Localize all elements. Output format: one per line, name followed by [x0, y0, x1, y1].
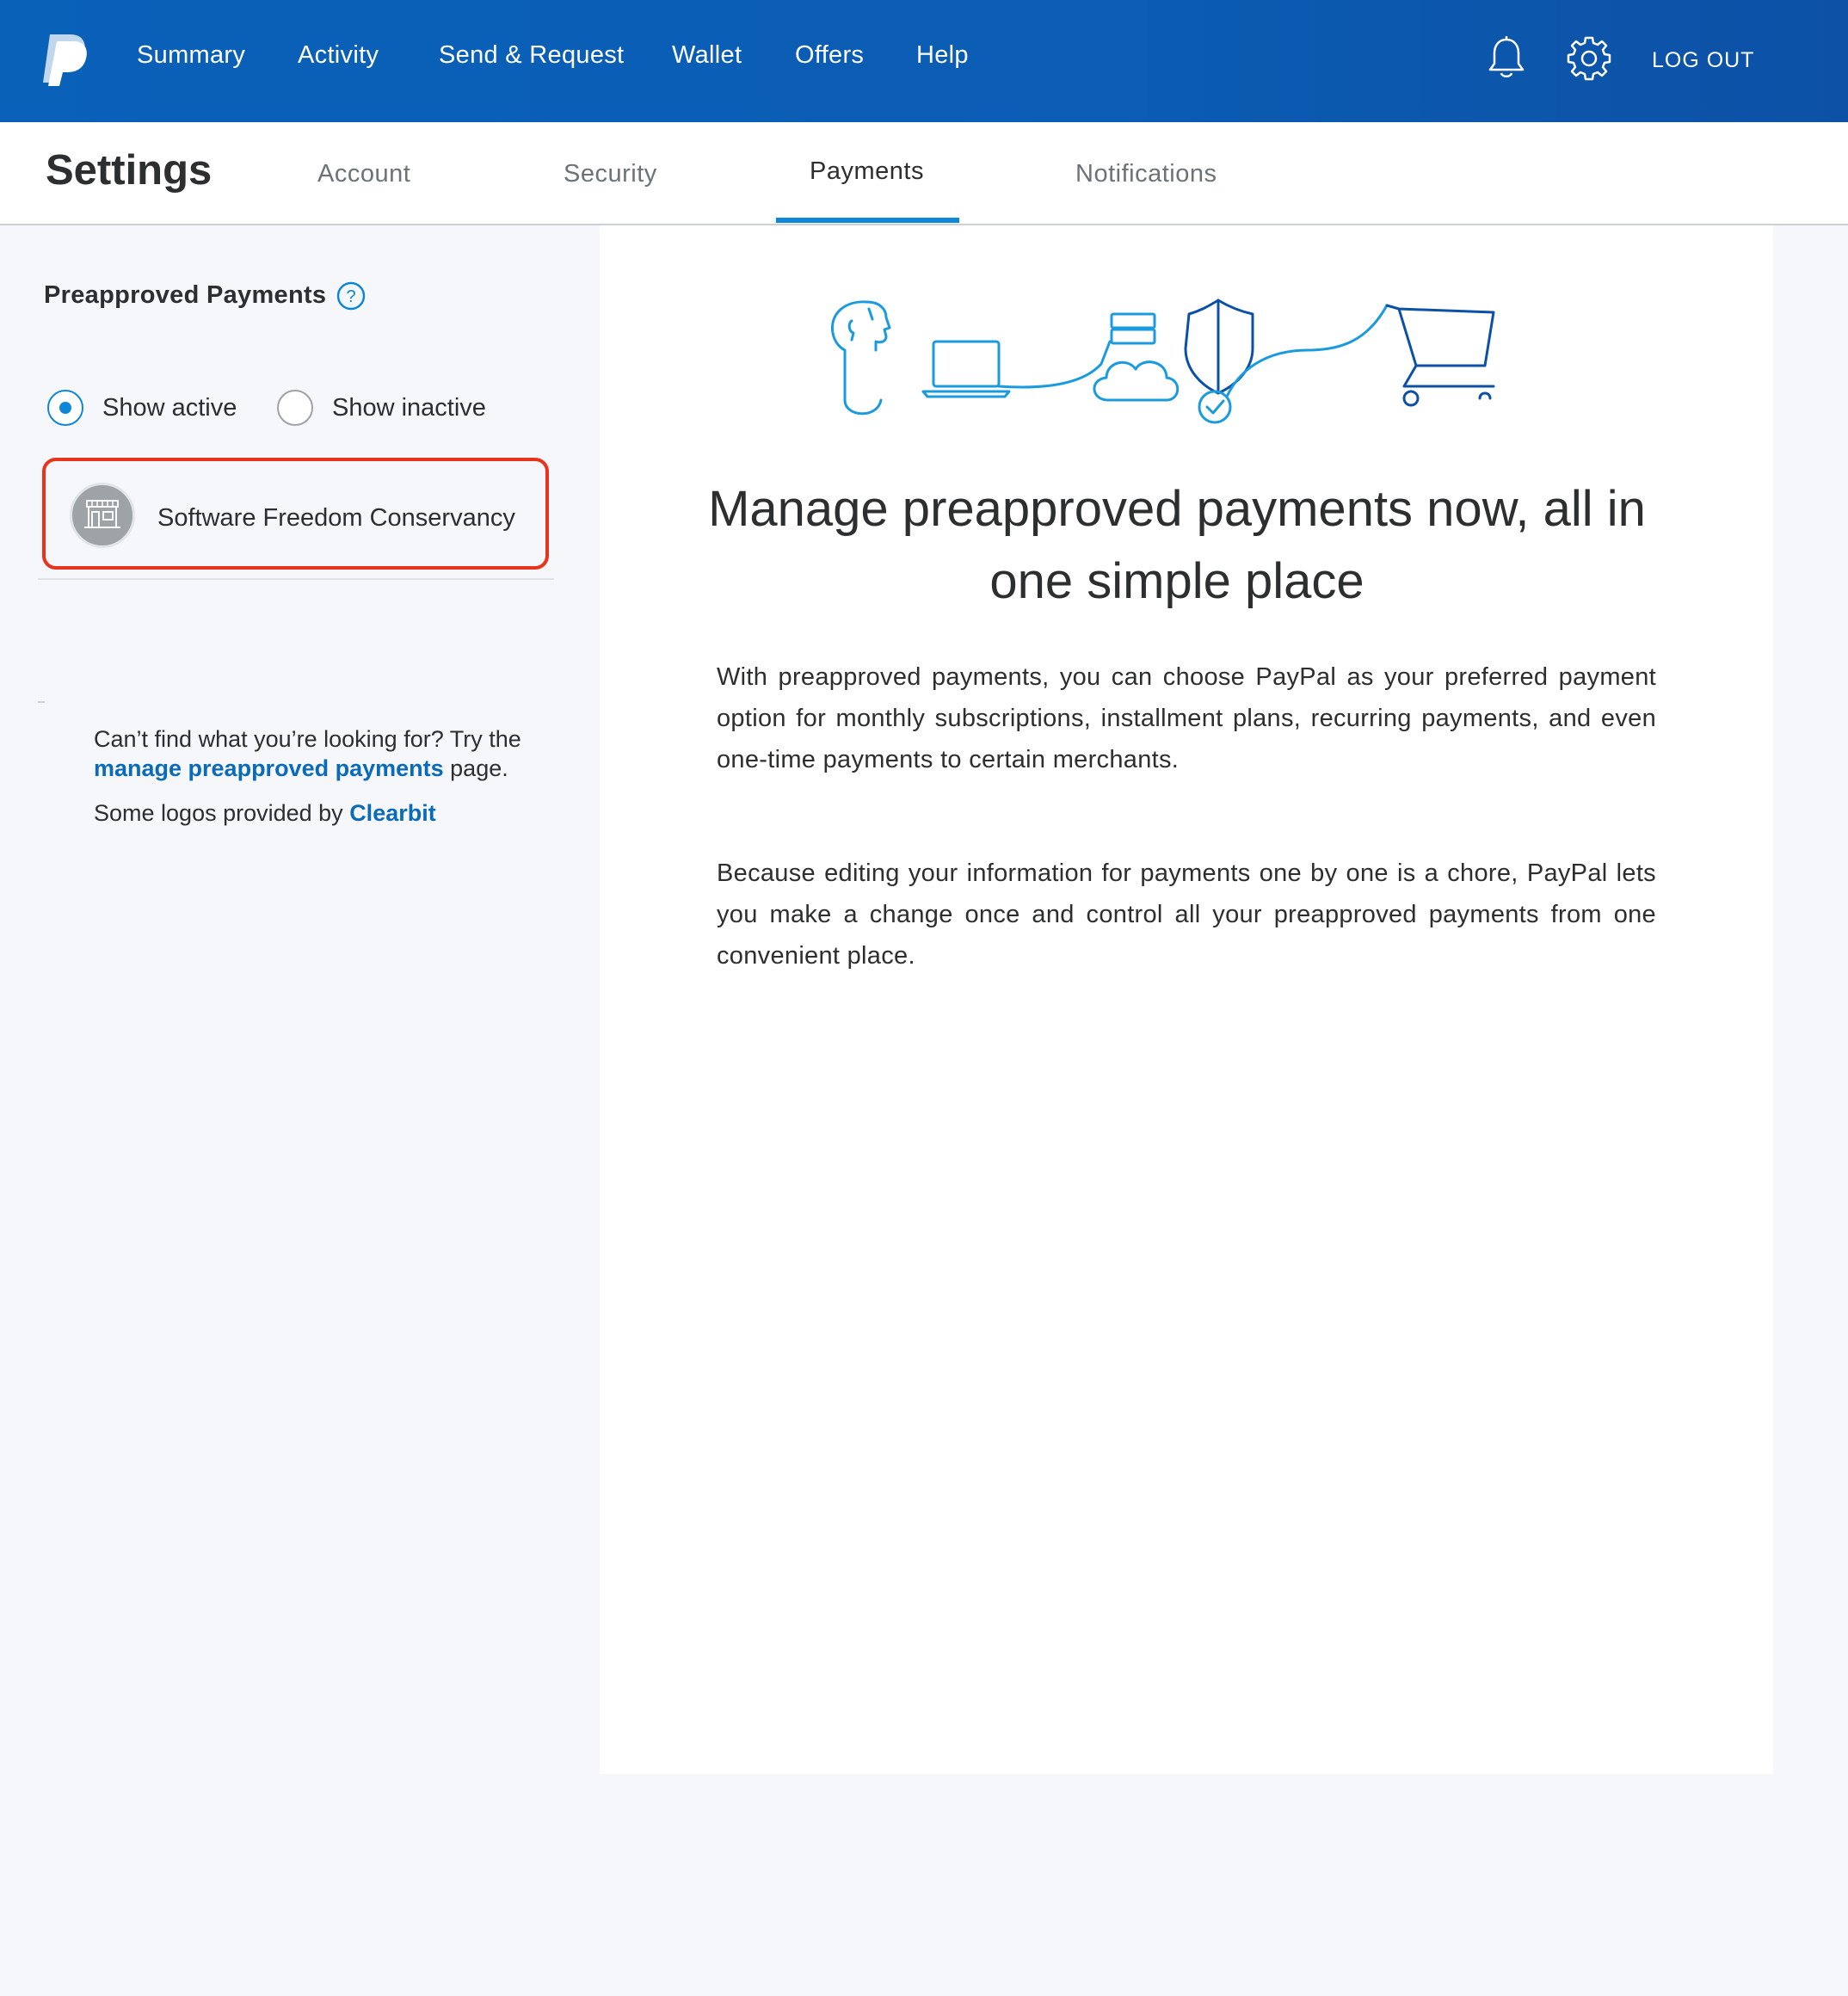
shield-icon	[1184, 299, 1254, 424]
help-text-prefix: Can’t find what you’re looking for? Try …	[94, 726, 521, 752]
divider-tick	[38, 701, 45, 703]
merchant-item-software-freedom-conservancy[interactable]: Software Freedom Conservancy	[42, 458, 549, 570]
show-inactive-label: Show inactive	[332, 393, 486, 422]
svg-text:?: ?	[346, 287, 355, 306]
page-title: Settings	[46, 147, 213, 194]
manage-preapproved-payments-link[interactable]: manage preapproved payments	[94, 755, 444, 781]
preapproved-payments-heading: Preapproved Payments	[44, 281, 327, 309]
show-active-label: Show active	[102, 393, 237, 422]
content-panel	[600, 225, 1773, 1774]
paypal-logo-icon[interactable]	[41, 33, 89, 86]
tab-notifications[interactable]: Notifications	[1075, 160, 1217, 188]
nav-summary[interactable]: Summary	[137, 41, 245, 70]
shopping-cart-icon	[1385, 304, 1495, 407]
clearbit-link[interactable]: Clearbit	[349, 800, 436, 826]
question-mark-icon[interactable]: ?	[336, 281, 366, 311]
tab-payments[interactable]: Payments	[810, 157, 924, 186]
logout-link[interactable]: LOG OUT	[1652, 48, 1755, 73]
top-navigation-bar: Summary Activity Send & Request Wallet O…	[0, 0, 1848, 122]
logos-credit-prefix: Some logos provided by	[94, 800, 343, 826]
merchant-name: Software Freedom Conservancy	[157, 504, 515, 532]
radio-unchecked-icon[interactable]	[277, 390, 313, 426]
bell-icon[interactable]	[1482, 34, 1531, 83]
nav-wallet[interactable]: Wallet	[672, 41, 742, 70]
tab-security[interactable]: Security	[564, 160, 657, 188]
laptop-icon	[921, 340, 1011, 398]
nav-send-request[interactable]: Send & Request	[439, 41, 624, 70]
nav-activity[interactable]: Activity	[298, 41, 379, 70]
cloud-server-icon	[1093, 312, 1180, 402]
show-active-radio[interactable]: Show active	[47, 390, 237, 426]
merchant-avatar	[70, 483, 135, 548]
intro-paragraph: With preapproved payments, you can choos…	[717, 663, 1656, 773]
show-inactive-radio[interactable]: Show inactive	[277, 390, 486, 426]
tab-account[interactable]: Account	[317, 160, 410, 188]
settings-subnav: Settings Account Security Payments Notif…	[0, 122, 1848, 225]
help-text-suffix: page.	[450, 755, 508, 781]
main-title: Manage preapproved payments now, all in …	[708, 481, 1646, 609]
list-divider	[38, 578, 554, 580]
payments-illustration	[830, 299, 1495, 424]
person-icon	[830, 300, 891, 416]
radio-checked-icon[interactable]	[47, 390, 83, 426]
active-tab-indicator	[776, 218, 959, 223]
benefit-paragraph: Because editing your information for pay…	[717, 859, 1656, 970]
storefront-icon	[84, 500, 120, 528]
gear-icon[interactable]	[1565, 34, 1613, 83]
logos-credit: Some logos provided by Clearbit	[94, 800, 436, 827]
nav-help[interactable]: Help	[916, 41, 969, 70]
nav-offers[interactable]: Offers	[795, 41, 864, 70]
help-text: Can’t find what you’re looking for? Try …	[94, 724, 576, 783]
